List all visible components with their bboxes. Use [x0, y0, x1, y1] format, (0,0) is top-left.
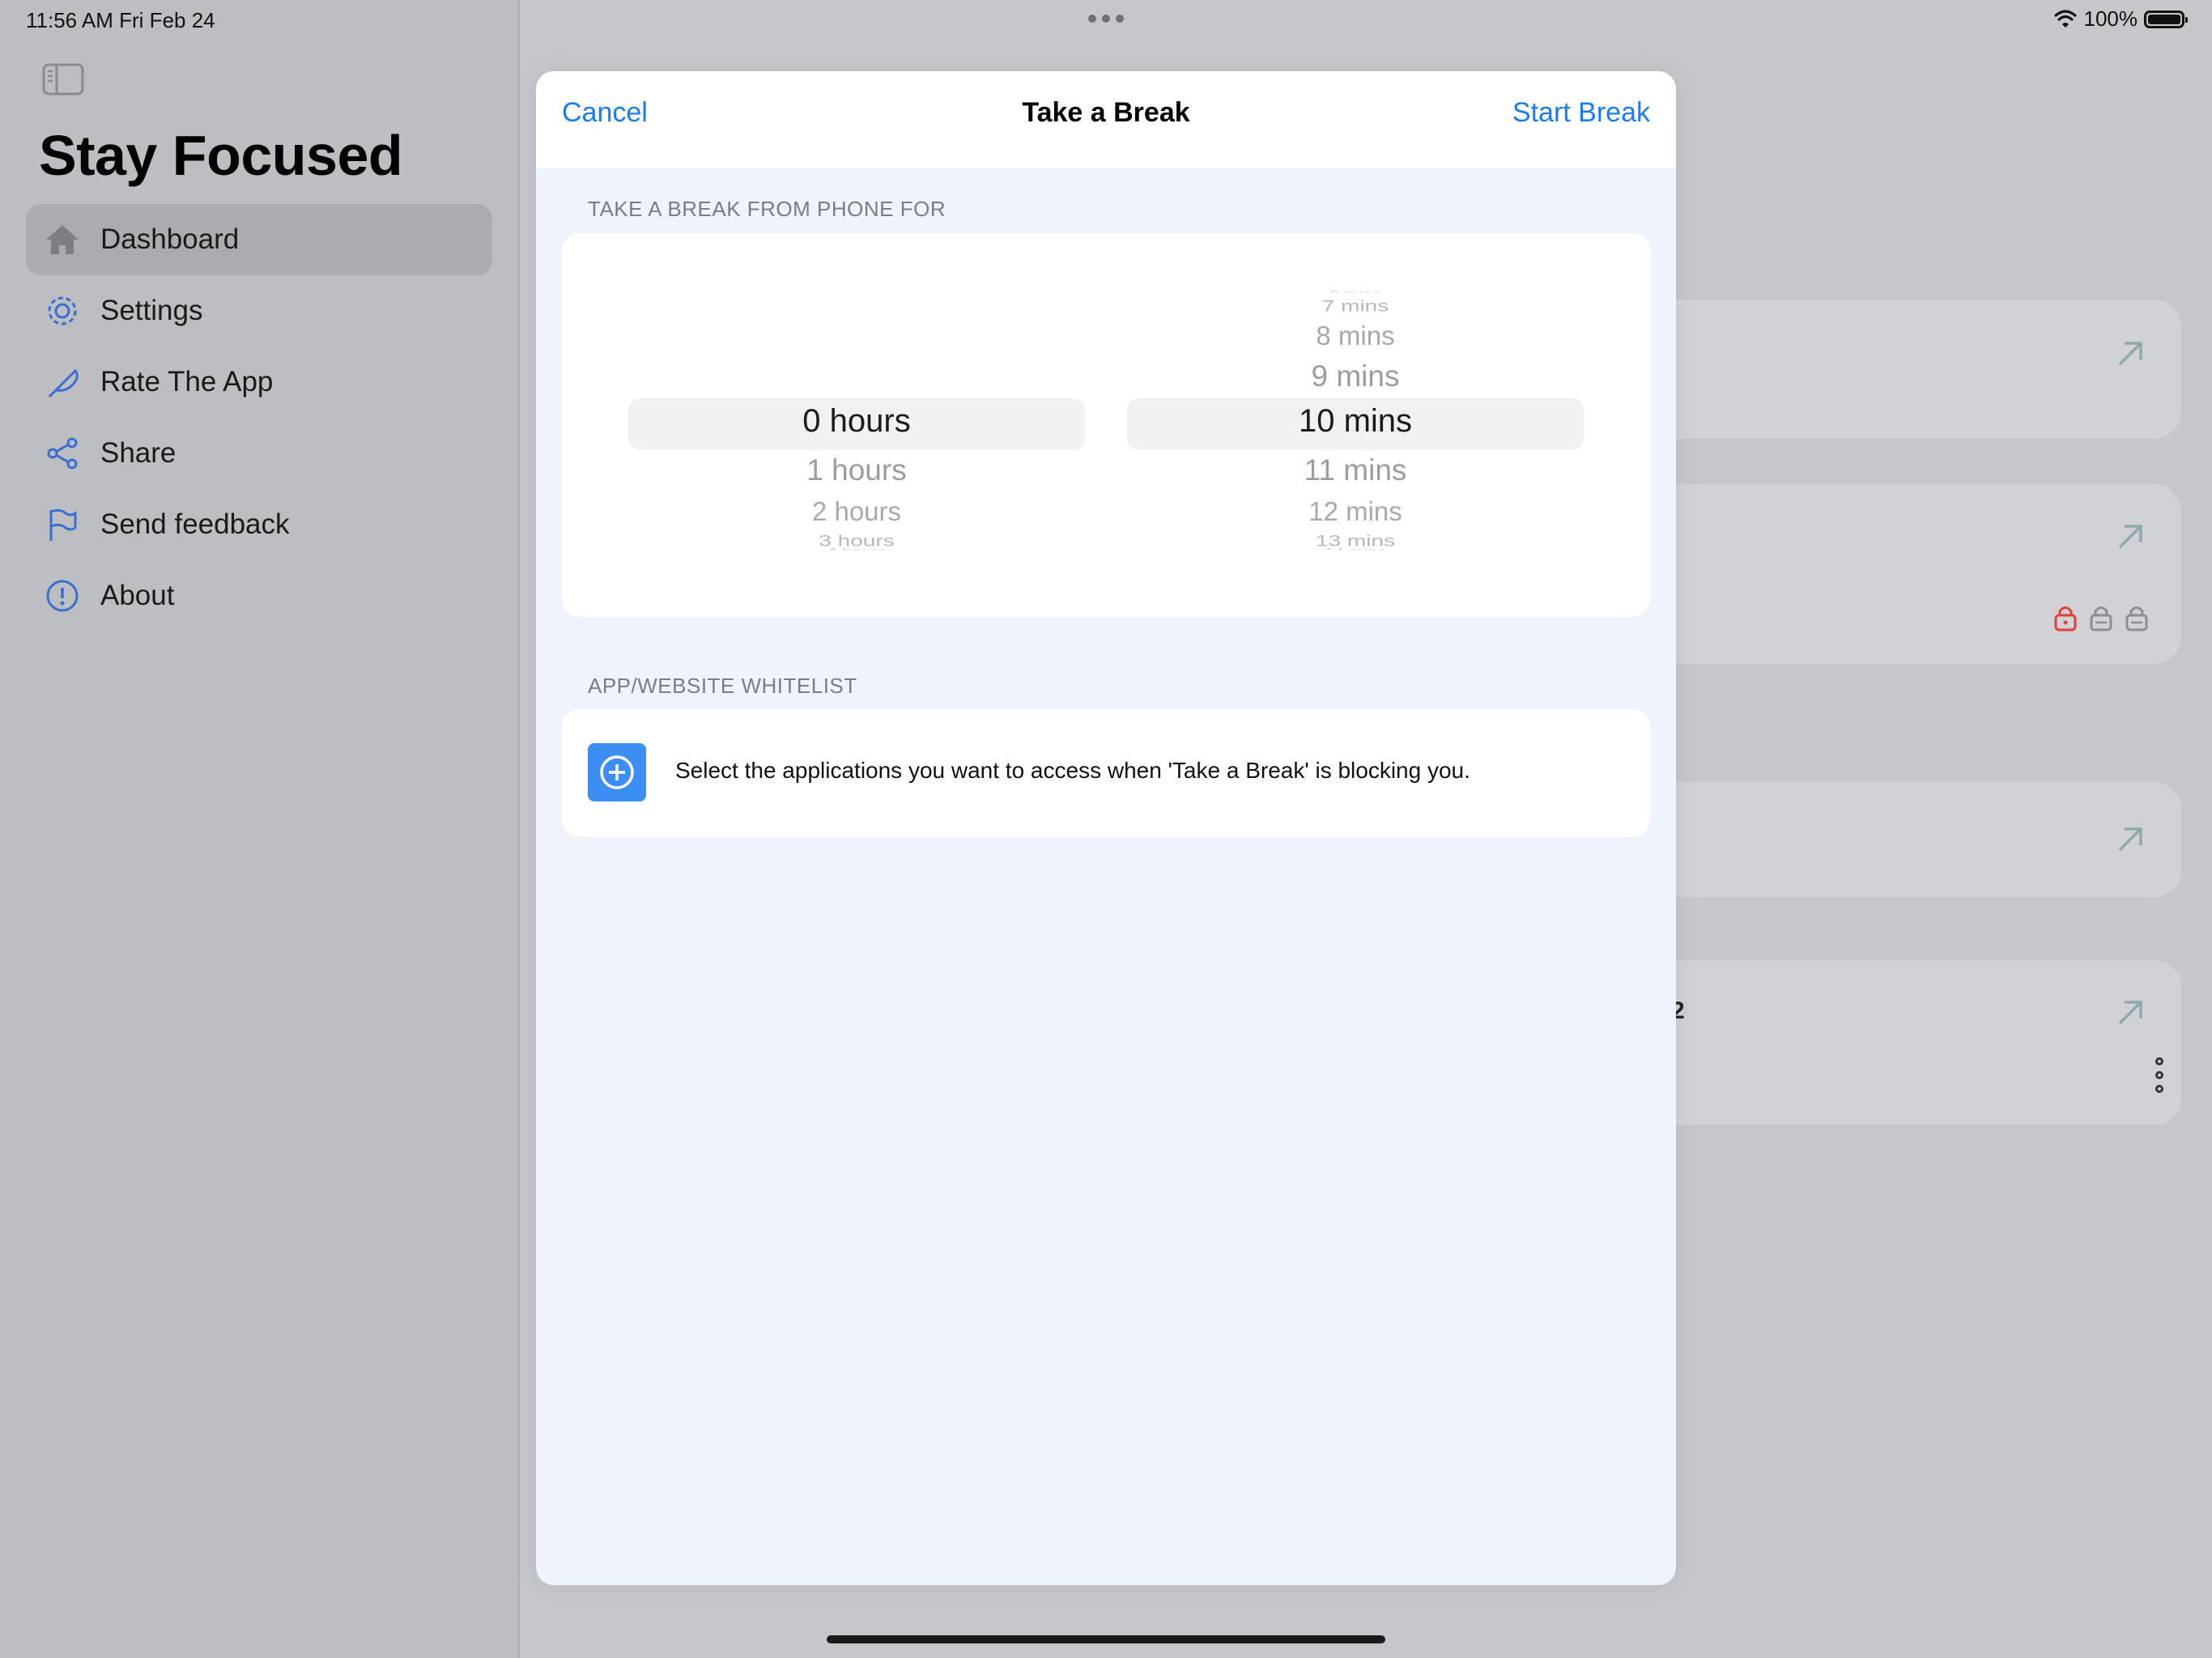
share-icon — [42, 433, 83, 474]
app-title: Stay Focused — [39, 124, 403, 187]
picker-option[interactable]: 4 hours — [628, 546, 1085, 551]
lock-icon — [2125, 606, 2148, 631]
battery-percent: 100% — [2083, 6, 2138, 31]
sidebar-item-send-feedback[interactable]: Send feedback — [26, 489, 492, 560]
dashboard-card[interactable] — [1652, 484, 2181, 664]
feather-icon — [42, 362, 83, 402]
section-header-whitelist: APP/WEBSITE WHITELIST — [588, 674, 857, 698]
picker-option[interactable]: 1 hours — [628, 453, 1085, 487]
flag-icon — [42, 504, 83, 545]
open-arrow-icon — [2118, 827, 2142, 852]
home-indicator[interactable] — [827, 1635, 1385, 1643]
minutes-picker-wheel[interactable]: 6 mins 7 mins 8 mins 9 mins 10 mins 11 m… — [1127, 233, 1584, 617]
whitelist-description: Select the applications you want to acce… — [675, 758, 1470, 783]
sidebar-toggle-icon[interactable] — [42, 63, 84, 96]
picker-option[interactable]: 14 mins — [1127, 546, 1584, 551]
status-right: 100% — [2053, 6, 2188, 32]
sidebar-item-label: Dashboard — [100, 223, 240, 255]
info-icon — [42, 576, 83, 616]
picker-option[interactable]: 12 mins — [1127, 496, 1584, 527]
open-arrow-icon — [2118, 1001, 2142, 1025]
sidebar-item-share[interactable]: Share — [26, 418, 492, 489]
picker-option[interactable]: 2 hours — [628, 496, 1085, 527]
open-arrow-icon — [2118, 525, 2142, 549]
plus-circle-icon — [600, 755, 634, 789]
sidebar-item-dashboard[interactable]: Dashboard — [26, 204, 492, 275]
whitelist-card[interactable]: Select the applications you want to acce… — [562, 709, 1650, 837]
open-arrow-icon — [2118, 342, 2142, 366]
dashboard-card[interactable] — [1652, 300, 2181, 439]
lock-red-icon — [2054, 606, 2077, 631]
sidebar-item-label: About — [100, 580, 175, 611]
dashboard-card[interactable] — [1652, 782, 2181, 897]
modal-title: Take a Break — [1022, 97, 1190, 128]
modal-header: Cancel Take a Break Start Break — [536, 71, 1676, 168]
sidebar-item-settings[interactable]: Settings — [26, 275, 492, 346]
duration-picker: 0 hours 1 hours 2 hours 3 hours 4 hours … — [562, 233, 1650, 617]
sidebar-item-label: Rate The App — [100, 366, 274, 397]
gear-icon — [42, 291, 83, 331]
sidebar-item-label: Settings — [100, 295, 203, 326]
start-break-button[interactable]: Start Break — [1512, 97, 1650, 129]
more-options-icon[interactable] — [2155, 1057, 2163, 1093]
sidebar-item-rate-the-app[interactable]: Rate The App — [26, 346, 492, 418]
multitasking-menu[interactable] — [1088, 15, 1124, 23]
battery-icon — [2144, 10, 2188, 28]
picker-selected-hours[interactable]: 0 hours — [628, 403, 1085, 440]
wifi-icon — [2053, 10, 2077, 28]
picker-option[interactable]: 6 mins — [1127, 289, 1584, 293]
sidebar-item-about[interactable]: About — [26, 560, 492, 631]
picker-option[interactable]: 8 mins — [1127, 321, 1584, 351]
picker-option[interactable]: 7 mins — [1127, 297, 1584, 315]
picker-option[interactable]: 9 mins — [1127, 359, 1584, 393]
take-a-break-modal: Cancel Take a Break Start Break TAKE A B… — [536, 71, 1676, 1585]
lock-icon — [2090, 606, 2112, 631]
lock-icons — [2053, 604, 2149, 631]
add-app-button[interactable] — [588, 743, 646, 801]
status-time-date: 11:56 AM Fri Feb 24 — [26, 8, 215, 32]
hours-picker-wheel[interactable]: 0 hours 1 hours 2 hours 3 hours 4 hours — [628, 233, 1085, 617]
house-icon — [42, 219, 83, 260]
picker-option[interactable]: 11 mins — [1127, 453, 1584, 487]
picker-selected-minutes[interactable]: 10 mins — [1127, 403, 1584, 440]
sidebar-item-label: Send feedback — [100, 508, 290, 540]
dashboard-card[interactable] — [1652, 960, 2181, 1125]
sidebar-item-label: Share — [100, 437, 177, 469]
section-header-duration: TAKE A BREAK FROM PHONE FOR — [588, 197, 946, 221]
